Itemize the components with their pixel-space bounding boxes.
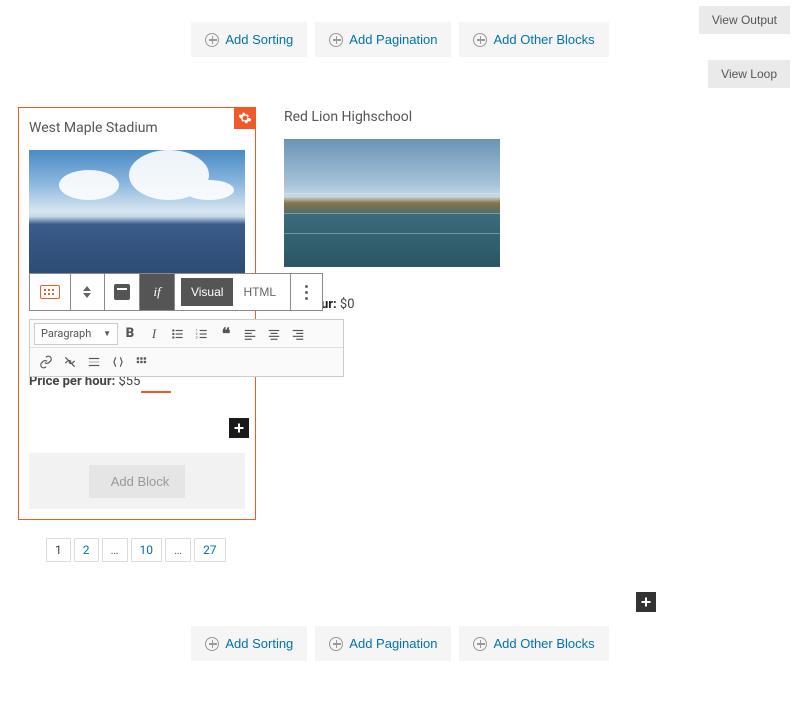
unlink-icon — [63, 355, 77, 369]
plus-circle-icon — [473, 637, 487, 651]
plus-circle-icon — [205, 33, 219, 47]
plus-icon — [233, 422, 245, 434]
price-value: $0 — [340, 297, 355, 312]
add-other-blocks-button[interactable]: Add Other Blocks — [459, 22, 608, 57]
more-tag-icon — [87, 355, 101, 369]
list-ol-icon: 123 — [195, 327, 209, 341]
page-link[interactable]: 2 — [74, 538, 99, 562]
chevron-up-icon — [83, 286, 91, 291]
page-link[interactable]: 10 — [131, 538, 163, 562]
chevron-down-icon — [83, 293, 91, 298]
add-other-label: Add Other Blocks — [493, 636, 594, 651]
block-toolbar: if Visual HTML — [29, 273, 323, 311]
loop-item[interactable]: Red Lion Highschool per hour: $0 — [284, 107, 522, 520]
toolbar-toggle-button[interactable] — [130, 350, 154, 374]
plus-circle-icon — [473, 33, 487, 47]
page-ellipsis: … — [165, 538, 191, 562]
loop-item-selected[interactable]: West Maple Stadium if Visual HTML — [18, 107, 256, 520]
unlink-button[interactable] — [58, 350, 82, 374]
shortcode-button[interactable] — [106, 350, 130, 374]
plus-circle-icon — [329, 33, 343, 47]
gear-icon — [238, 111, 252, 125]
add-block-label: Add Block — [111, 474, 170, 489]
keyboard-button[interactable] — [30, 274, 71, 310]
numbered-list-button[interactable]: 123 — [190, 322, 214, 346]
add-sorting-label: Add Sorting — [225, 636, 293, 651]
add-sorting-label: Add Sorting — [225, 32, 293, 47]
plus-circle-icon — [329, 637, 343, 651]
plus-circle-icon — [205, 637, 219, 651]
blockquote-button[interactable]: ❝ — [214, 322, 238, 346]
align-right-icon — [291, 327, 305, 341]
add-other-blocks-button-bottom[interactable]: Add Other Blocks — [459, 626, 608, 661]
align-center-button[interactable] — [262, 322, 286, 346]
svg-text:3: 3 — [196, 335, 198, 339]
view-loop-button[interactable]: View Loop — [708, 60, 790, 88]
toolbar-toggle-icon — [135, 355, 149, 369]
add-block-zone: Add Block — [29, 453, 245, 509]
page-link[interactable]: 27 — [194, 538, 226, 562]
paragraph-select[interactable]: Paragraph ▼ — [34, 323, 118, 345]
card-title: West Maple Stadium — [29, 120, 245, 136]
calendar-button[interactable] — [105, 274, 140, 310]
keyboard-icon — [40, 285, 60, 299]
align-left-icon — [243, 327, 257, 341]
pagination: 1 2 … 10 … 27 — [0, 520, 800, 562]
link-button[interactable] — [34, 350, 58, 374]
settings-gear-button[interactable] — [234, 107, 256, 129]
align-right-button[interactable] — [286, 322, 310, 346]
add-sorting-button-bottom[interactable]: Add Sorting — [191, 626, 307, 661]
card-title: Red Lion Highschool — [284, 109, 522, 125]
if-icon: if — [153, 284, 160, 300]
html-tab[interactable]: HTML — [233, 278, 286, 306]
caret-down-icon: ▼ — [103, 329, 111, 338]
move-updown-button[interactable] — [71, 274, 106, 310]
kebab-icon — [305, 285, 308, 300]
link-icon — [39, 355, 53, 369]
edit-underline — [141, 391, 171, 393]
calendar-icon — [114, 284, 130, 300]
align-left-button[interactable] — [238, 322, 262, 346]
conditional-button[interactable]: if — [140, 274, 175, 310]
page-ellipsis: … — [102, 538, 128, 562]
court-image — [284, 139, 500, 267]
bold-button[interactable]: B — [118, 322, 142, 346]
bullet-list-button[interactable] — [166, 322, 190, 346]
stadium-image — [29, 150, 245, 278]
add-pagination-button-bottom[interactable]: Add Pagination — [315, 626, 451, 661]
shortcode-icon — [111, 355, 125, 369]
add-pagination-button[interactable]: Add Pagination — [315, 22, 451, 57]
paragraph-label: Paragraph — [41, 327, 91, 340]
add-pagination-label: Add Pagination — [349, 32, 437, 47]
insert-block-button[interactable] — [229, 418, 249, 438]
add-block-button[interactable]: Add Block — [89, 465, 186, 498]
italic-button[interactable]: I — [142, 322, 166, 346]
visual-tab[interactable]: Visual — [181, 278, 233, 306]
add-sorting-button[interactable]: Add Sorting — [191, 22, 307, 57]
add-block-bottom-button[interactable] — [636, 592, 656, 612]
editor-toolbar: Paragraph ▼ B I 123 ❝ — [29, 319, 344, 377]
view-output-button[interactable]: View Output — [699, 6, 790, 34]
add-pagination-label: Add Pagination — [349, 636, 437, 651]
list-ul-icon — [171, 327, 185, 341]
page-current: 1 — [46, 538, 71, 562]
more-options-button[interactable] — [291, 274, 322, 310]
insert-more-button[interactable] — [82, 350, 106, 374]
align-center-icon — [267, 327, 281, 341]
plus-icon — [640, 596, 652, 608]
add-other-label: Add Other Blocks — [493, 32, 594, 47]
